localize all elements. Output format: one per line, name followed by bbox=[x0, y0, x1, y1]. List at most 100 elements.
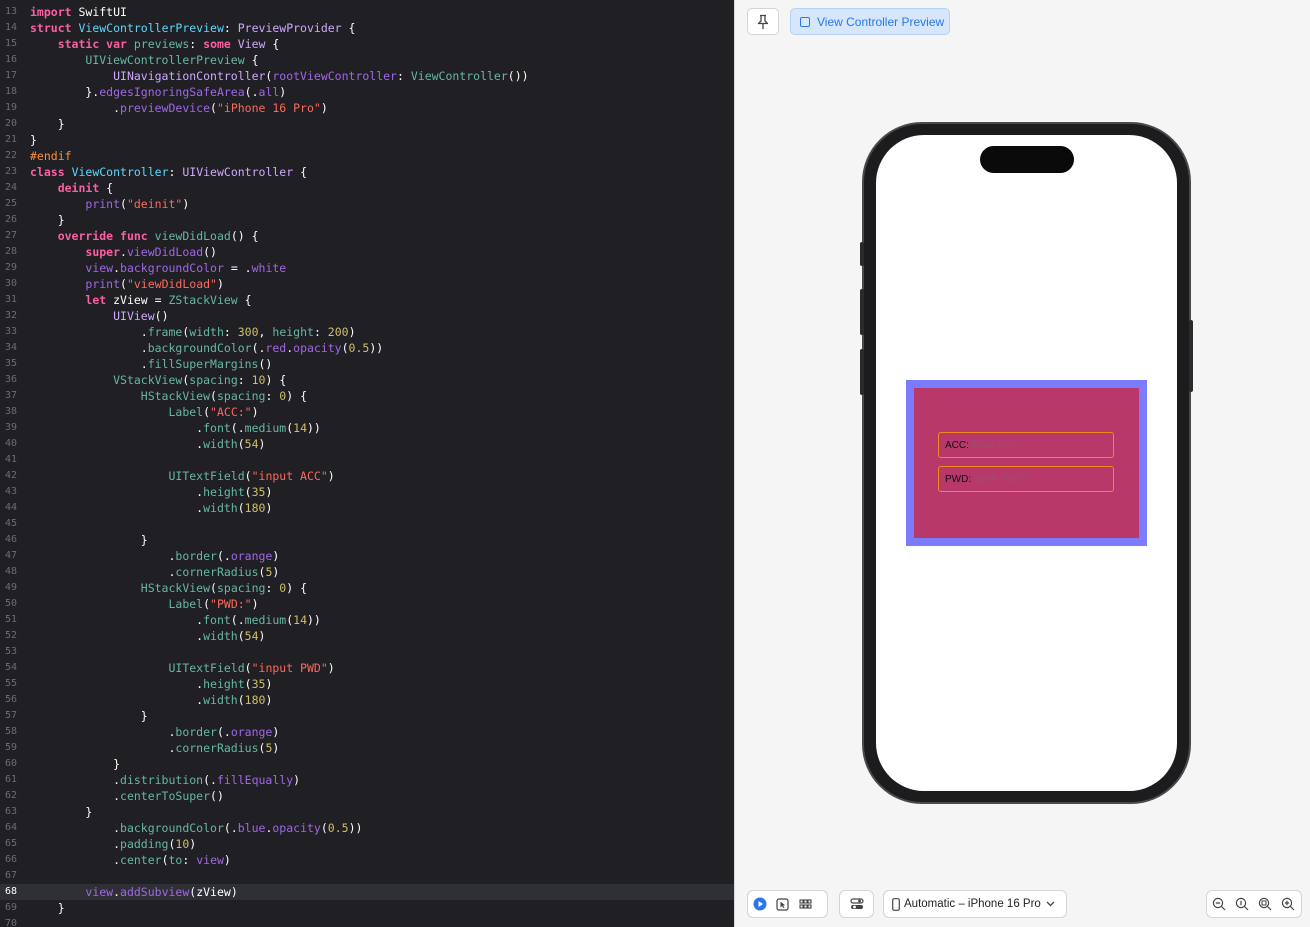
code-line[interactable]: 46 } bbox=[0, 532, 734, 548]
code-line[interactable]: 44 .width(180) bbox=[0, 500, 734, 516]
code-token: . bbox=[30, 501, 204, 515]
zoom-to-fit-button[interactable] bbox=[1230, 893, 1253, 915]
code-line[interactable]: 26 } bbox=[0, 212, 734, 228]
code-token: "viewDidLoad" bbox=[126, 277, 217, 291]
code-line[interactable]: 16 UIViewControllerPreview { bbox=[0, 52, 734, 68]
code-line[interactable]: 57 } bbox=[0, 708, 734, 724]
code-line[interactable]: 63 } bbox=[0, 804, 734, 820]
code-token: { bbox=[341, 21, 356, 35]
code-token: centerToSuper bbox=[120, 789, 211, 803]
code-token: ( bbox=[237, 693, 245, 707]
code-text: print("deinit") bbox=[30, 196, 189, 212]
code-line[interactable]: 65 .padding(10) bbox=[0, 836, 734, 852]
code-token: SwiftUI bbox=[71, 5, 127, 19]
code-line[interactable]: 39 .font(.medium(14)) bbox=[0, 420, 734, 436]
acc-input[interactable] bbox=[968, 433, 1115, 457]
code-line[interactable]: 48 .cornerRadius(5) bbox=[0, 564, 734, 580]
code-line[interactable]: 24 deinit { bbox=[0, 180, 734, 196]
code-line[interactable]: 41 bbox=[0, 452, 734, 468]
code-line[interactable]: 43 .height(35) bbox=[0, 484, 734, 500]
code-token: ) bbox=[265, 677, 273, 691]
code-line[interactable]: 35 .fillSuperMargins() bbox=[0, 356, 734, 372]
code-line[interactable]: 66 .center(to: view) bbox=[0, 852, 734, 868]
code-line[interactable]: 37 HStackView(spacing: 0) { bbox=[0, 388, 734, 404]
variants-button[interactable] bbox=[794, 893, 817, 915]
code-line[interactable]: 31 let zView = ZStackView { bbox=[0, 292, 734, 308]
selectable-mode-button[interactable] bbox=[771, 893, 794, 915]
code-token: medium bbox=[244, 613, 287, 627]
zoom-actual-size-button[interactable] bbox=[1253, 893, 1276, 915]
device-picker[interactable]: Automatic – iPhone 16 Pro bbox=[883, 890, 1067, 918]
code-line[interactable]: 22 #endif bbox=[0, 148, 734, 164]
code-line[interactable]: 18 }.edgesIgnoringSafeArea(.all) bbox=[0, 84, 734, 100]
code-line[interactable]: 17 UINavigationController(rootViewContro… bbox=[0, 68, 734, 84]
code-line[interactable]: 60 } bbox=[0, 756, 734, 772]
code-text: deinit { bbox=[30, 180, 113, 196]
code-line[interactable]: 29 view.backgroundColor = .white bbox=[0, 260, 734, 276]
code-line[interactable]: 53 bbox=[0, 644, 734, 660]
line-number: 14 bbox=[4, 22, 17, 33]
code-line[interactable]: 69 } bbox=[0, 900, 734, 916]
code-token: ( bbox=[120, 197, 127, 211]
code-line[interactable]: 23 class ViewController: UIViewController… bbox=[0, 164, 734, 180]
zoom-out-button[interactable] bbox=[1207, 893, 1230, 915]
live-preview-button[interactable] bbox=[748, 893, 771, 915]
code-line[interactable]: 49 HStackView(spacing: 0) { bbox=[0, 580, 734, 596]
code-line[interactable]: 30 print("viewDidLoad") bbox=[0, 276, 734, 292]
code-text: HStackView(spacing: 0) { bbox=[30, 388, 307, 404]
code-line[interactable]: 42 UITextField("input ACC") bbox=[0, 468, 734, 484]
code-line[interactable]: 64 .backgroundColor(.blue.opacity(0.5)) bbox=[0, 820, 734, 836]
code-token: print bbox=[85, 277, 121, 291]
zstack-padding-view: ACC: PWD: bbox=[906, 380, 1147, 546]
code-line[interactable]: 67 bbox=[0, 868, 734, 884]
code-line[interactable]: 62 .centerToSuper() bbox=[0, 788, 734, 804]
code-line[interactable]: 55 .height(35) bbox=[0, 676, 734, 692]
code-token: ( bbox=[210, 389, 217, 403]
code-token: . bbox=[30, 677, 204, 691]
preview-tab-view-controller[interactable]: View Controller Preview bbox=[790, 8, 950, 35]
code-line[interactable]: 52 .width(54) bbox=[0, 628, 734, 644]
pin-preview-button[interactable] bbox=[747, 8, 779, 35]
code-line[interactable]: 58 .border(.orange) bbox=[0, 724, 734, 740]
code-line[interactable]: 20 } bbox=[0, 116, 734, 132]
code-line[interactable]: 50 Label("PWD:") bbox=[0, 596, 734, 612]
code-line[interactable]: 13 import SwiftUI bbox=[0, 4, 734, 20]
device-settings-group bbox=[839, 890, 874, 918]
code-token: ) { bbox=[286, 581, 308, 595]
code-token: . bbox=[30, 485, 204, 499]
code-line[interactable]: 36 VStackView(spacing: 10) { bbox=[0, 372, 734, 388]
code-line[interactable]: 59 .cornerRadius(5) bbox=[0, 740, 734, 756]
code-line[interactable]: 51 .font(.medium(14)) bbox=[0, 612, 734, 628]
line-number: 39 bbox=[4, 422, 17, 433]
code-token: opacity bbox=[293, 341, 342, 355]
code-line[interactable]: 70 bbox=[0, 916, 734, 927]
code-line[interactable]: 19 .previewDevice("iPhone 16 Pro") bbox=[0, 100, 734, 116]
code-line[interactable]: 38 Label("ACC:") bbox=[0, 404, 734, 420]
code-line[interactable]: 61 .distribution(.fillEqually) bbox=[0, 772, 734, 788]
code-line[interactable]: 40 .width(54) bbox=[0, 436, 734, 452]
code-line[interactable]: 68 view.addSubview(zView) bbox=[0, 884, 734, 900]
code-line[interactable]: 28 super.viewDidLoad() bbox=[0, 244, 734, 260]
pwd-input[interactable] bbox=[971, 467, 1118, 491]
code-line[interactable]: 54 UITextField("input PWD") bbox=[0, 660, 734, 676]
code-line[interactable]: 56 .width(180) bbox=[0, 692, 734, 708]
code-line[interactable]: 45 bbox=[0, 516, 734, 532]
code-line[interactable]: 27 override func viewDidLoad() { bbox=[0, 228, 734, 244]
code-line[interactable]: 21} bbox=[0, 132, 734, 148]
code-line[interactable]: 14 struct ViewControllerPreview: PreviewP… bbox=[0, 20, 734, 36]
code-line[interactable]: 34 .backgroundColor(.red.opacity(0.5)) bbox=[0, 340, 734, 356]
code-token: ) { bbox=[265, 373, 287, 387]
code-line[interactable]: 25 print("deinit") bbox=[0, 196, 734, 212]
code-line[interactable]: 15 static var previews: some View { bbox=[0, 36, 734, 52]
code-token: 180 bbox=[244, 693, 266, 707]
code-token: : bbox=[265, 389, 280, 403]
code-line[interactable]: 47 .border(.orange) bbox=[0, 548, 734, 564]
code-editor[interactable]: 13 import SwiftUI 14 struct ViewControllerP… bbox=[0, 0, 734, 927]
code-line[interactable]: 32 UIView() bbox=[0, 308, 734, 324]
code-line[interactable]: 33 .frame(width: 300, height: 200) bbox=[0, 324, 734, 340]
zoom-in-button[interactable] bbox=[1276, 893, 1299, 915]
device-settings-button[interactable] bbox=[845, 893, 868, 915]
